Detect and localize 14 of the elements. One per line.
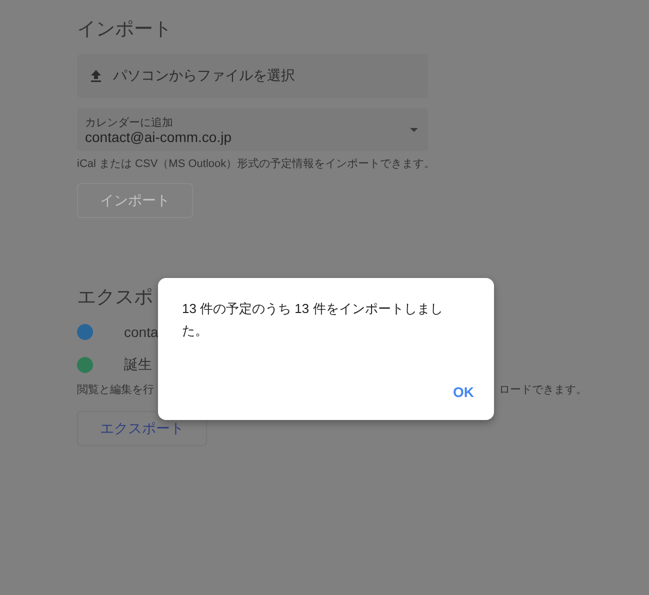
dialog-message: 13 件の予定のうち 13 件をインポートしました。	[182, 300, 444, 340]
calendar-name: conta	[124, 324, 158, 340]
ok-button[interactable]: OK	[449, 382, 478, 402]
calendar-select[interactable]: カレンダーに追加 contact@ai-comm.co.jp	[77, 108, 428, 151]
calendar-name: 誕生	[124, 356, 152, 374]
section-title: インポート	[77, 18, 173, 40]
help-text: iCal または CSV（MS Outlook）形式の予定情報をインポートできます。	[77, 156, 436, 171]
calendar-color-dot[interactable]	[77, 324, 93, 340]
calendar-color-dot[interactable]	[77, 356, 93, 372]
help-text: 閲覧と編集を行	[77, 383, 154, 397]
help-text: ロードできます。	[499, 383, 587, 397]
dropdown-icon	[410, 128, 418, 132]
file-select-button[interactable]: パソコンからファイルを選択	[77, 54, 428, 98]
upload-icon	[89, 69, 103, 83]
